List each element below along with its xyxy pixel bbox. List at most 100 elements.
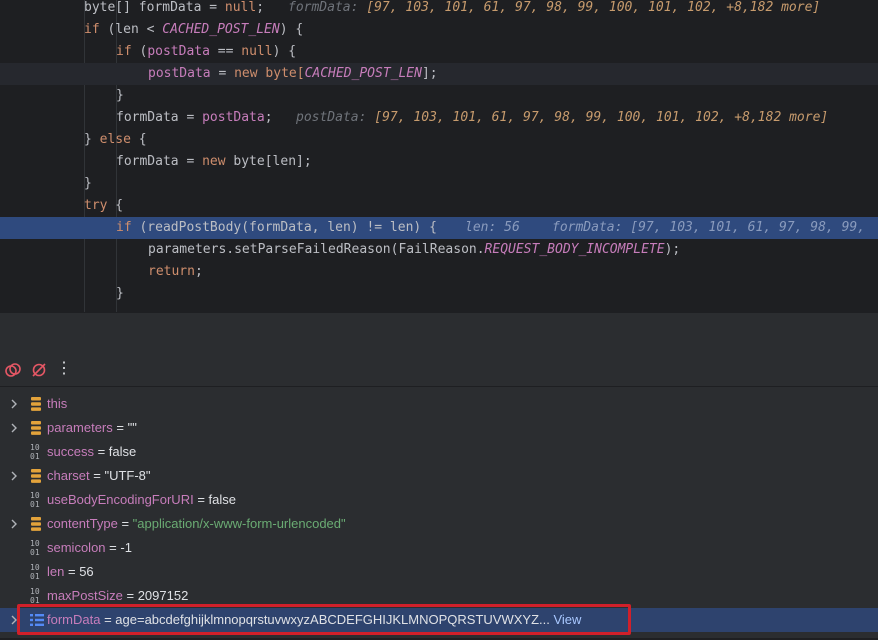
variable-row-charset[interactable]: charset = "UTF-8": [0, 464, 878, 488]
code-token: ;: [264, 110, 273, 125]
code-token: formData =: [116, 154, 203, 169]
object-field-icon: [29, 468, 43, 484]
code-line[interactable]: if (postData == null) {: [0, 41, 878, 63]
variable-value: "application/x-www-form-urlencoded": [132, 516, 346, 531]
code-token: formData =: [116, 110, 203, 125]
execution-point-line[interactable]: if (readPostBody(formData, len) != len) …: [0, 217, 878, 239]
field-token: postData: [147, 44, 210, 59]
keyword-token: return: [148, 264, 195, 279]
code-token: (: [131, 44, 148, 59]
chevron-right-icon[interactable]: [8, 392, 20, 416]
code-token: ) {: [279, 22, 304, 37]
variable-row-useBodyEncodingForURI[interactable]: 10 01 useBodyEncodingForURI = false: [0, 488, 878, 512]
variable-value: false: [108, 444, 137, 459]
primitive-value-icon: 10 01: [30, 539, 40, 557]
primitive-value-icon: 10 01: [30, 587, 40, 605]
keyword-token: new: [234, 66, 258, 81]
inline-hint-label: formData:: [288, 0, 367, 15]
variable-name: len: [47, 564, 65, 579]
variable-row-parameters[interactable]: parameters = "": [0, 416, 878, 440]
code-token: );: [664, 242, 681, 257]
variable-name: semicolon: [47, 540, 106, 555]
equals-sign: =: [193, 492, 209, 507]
code-line[interactable]: }: [0, 173, 878, 195]
code-token: parameters.setParseFailedReason(FailReas…: [148, 242, 485, 257]
code-token: (len <: [99, 22, 163, 37]
constant-token: REQUEST_BODY_INCOMPLETE: [484, 242, 665, 257]
variable-name: charset: [47, 468, 90, 483]
inline-hint-value: [97, 103, 101, 61, 97, 98, 99, 100, 101,…: [366, 0, 821, 15]
variable-name: maxPostSize: [47, 588, 123, 603]
code-token: =: [210, 66, 235, 81]
variable-value: 2097152: [137, 588, 189, 603]
variable-value: "UTF-8": [104, 468, 151, 483]
field-token: postData: [202, 110, 265, 125]
field-token: postData: [148, 66, 211, 81]
object-field-icon: [29, 516, 43, 532]
chevron-right-icon[interactable]: [8, 416, 20, 440]
variable-row-this[interactable]: this: [0, 392, 878, 416]
keyword-token: try: [84, 198, 108, 213]
code-token: ];: [421, 66, 438, 81]
code-line[interactable]: byte[] formData = null; formData: [97, 10…: [0, 0, 878, 19]
keyword-token: if: [116, 44, 132, 59]
panel-splitter[interactable]: [0, 312, 878, 355]
mute-breakpoints-icon[interactable]: [30, 361, 48, 379]
variable-name: contentType: [47, 516, 118, 531]
inline-hint-value: formData: [97, 103, 101, 61, 97, 98, 99,: [552, 220, 866, 235]
code-token: (readPostBody(formData, len) != len) {: [131, 220, 437, 235]
code-token: {: [107, 198, 124, 213]
code-token: }: [84, 176, 92, 191]
inline-hint-value: len: 56: [465, 220, 520, 235]
keyword-token: byte[: [257, 66, 305, 81]
inline-hint-label: postData:: [296, 110, 375, 125]
keyword-token: if: [116, 220, 132, 235]
primitive-value-icon: 10 01: [30, 491, 40, 509]
chevron-right-icon[interactable]: [8, 464, 20, 488]
primitive-value-icon: 10 01: [30, 563, 40, 581]
code-line[interactable]: try {: [0, 195, 878, 217]
code-line[interactable]: if (len < CACHED_POST_LEN) {: [0, 19, 878, 41]
code-token: ==: [209, 44, 242, 59]
variable-row-semicolon[interactable]: 10 01 semicolon = -1: [0, 536, 878, 560]
variable-value: 56: [79, 564, 94, 579]
keyword-token: new: [202, 154, 226, 169]
code-token: ;: [256, 0, 265, 15]
variable-row-len[interactable]: 10 01 len = 56: [0, 560, 878, 584]
code-token: ) {: [272, 44, 297, 59]
code-line[interactable]: formData = postData; postData: [97, 103, …: [0, 107, 878, 129]
current-code-line[interactable]: postData = new byte[CACHED_POST_LEN];: [0, 63, 878, 85]
variable-name: success: [47, 444, 94, 459]
chevron-right-icon[interactable]: [8, 512, 20, 536]
keyword-token: null: [241, 44, 273, 59]
equals-sign: =: [117, 516, 133, 531]
code-token: }: [84, 132, 100, 147]
equals-sign: =: [105, 540, 121, 555]
code-editor[interactable]: byte[] formData = null; formData: [97, 10…: [0, 0, 878, 312]
view-breakpoints-icon[interactable]: [4, 361, 22, 379]
code-token: }: [116, 88, 124, 103]
keyword-token: null: [224, 0, 257, 15]
constant-token: CACHED_POST_LEN: [162, 22, 280, 37]
code-line[interactable]: }: [0, 283, 878, 305]
equals-sign: =: [93, 444, 109, 459]
keyword-token: if: [84, 22, 100, 37]
object-field-icon: [29, 396, 43, 412]
variable-name: parameters: [47, 420, 113, 435]
code-line[interactable]: formData = new byte[len];: [0, 151, 878, 173]
constant-token: CACHED_POST_LEN: [304, 66, 422, 81]
variable-name: useBodyEncodingForURI: [47, 492, 194, 507]
equals-sign: =: [112, 420, 128, 435]
keyword-token: else: [99, 132, 131, 147]
variable-row-contentType[interactable]: contentType = "application/x-www-form-ur…: [0, 512, 878, 536]
code-line[interactable]: }: [0, 85, 878, 107]
code-line[interactable]: return;: [0, 261, 878, 283]
code-line[interactable]: parameters.setParseFailedReason(FailReas…: [0, 239, 878, 261]
code-line[interactable]: } else {: [0, 129, 878, 151]
inline-hint-value: [97, 103, 101, 61, 97, 98, 99, 100, 101,…: [374, 110, 829, 125]
primitive-value-icon: 10 01: [30, 443, 40, 461]
more-options-icon[interactable]: ⋮: [56, 359, 74, 377]
code-token: {: [130, 132, 147, 147]
variable-row-success[interactable]: 10 01 success = false: [0, 440, 878, 464]
variable-value: false: [208, 492, 236, 507]
